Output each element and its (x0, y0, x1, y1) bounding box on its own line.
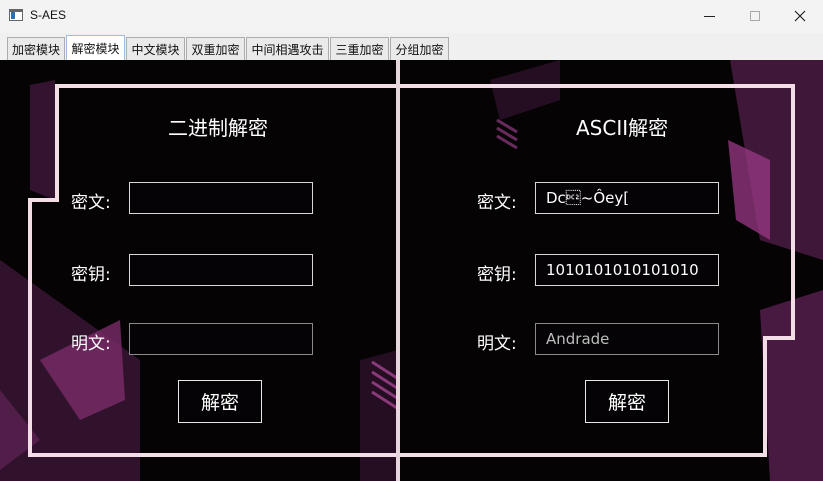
tab-meet-in-middle[interactable]: 中间相遇攻击 (246, 37, 329, 60)
ascii-key-label: 密钥: (477, 265, 517, 285)
ascii-plaintext-label: 明文: (477, 334, 517, 354)
binary-decrypt-button[interactable]: 解密 (178, 380, 262, 423)
ascii-decrypt-button[interactable]: 解密 (585, 380, 669, 423)
title-bar: S-AES (0, 0, 823, 33)
ascii-ciphertext-input[interactable]: Dc~Ôey[ (535, 182, 719, 214)
binary-ciphertext-label: 密文: (71, 193, 111, 213)
maximize-icon (750, 11, 760, 21)
close-button[interactable] (777, 0, 823, 32)
decrypt-panel: 二进制解密 密文: 密钥: 明文: 解密 ASCII解密 密文: Dc~Ôey… (0, 60, 823, 481)
maximize-button[interactable] (732, 0, 778, 32)
minimize-button[interactable] (686, 0, 732, 32)
binary-ciphertext-input[interactable] (129, 182, 313, 214)
binary-plaintext-label: 明文: (71, 334, 111, 354)
close-icon (794, 10, 806, 22)
window-title: S-AES (30, 8, 67, 22)
binary-plaintext-output[interactable] (129, 323, 313, 355)
minimize-icon (703, 15, 715, 17)
binary-key-label: 密钥: (71, 265, 111, 285)
tab-encrypt[interactable]: 加密模块 (7, 37, 65, 60)
tab-decrypt[interactable]: 解密模块 (66, 35, 125, 60)
tab-triple-encrypt[interactable]: 三重加密 (330, 37, 389, 60)
module-tab-bar: 加密模块 解密模块 中文模块 双重加密 中间相遇攻击 三重加密 分组加密 (0, 33, 823, 60)
ascii-key-input[interactable]: 1010101010101010 (535, 254, 719, 286)
tab-block-encrypt[interactable]: 分组加密 (390, 37, 449, 60)
app-window-icon (9, 9, 23, 21)
ascii-section-title: ASCII解密 (576, 116, 669, 140)
tab-double-encrypt[interactable]: 双重加密 (186, 37, 245, 60)
binary-key-input[interactable] (129, 254, 313, 286)
ascii-ciphertext-label: 密文: (477, 193, 517, 213)
binary-section-title: 二进制解密 (168, 116, 268, 140)
ascii-plaintext-output[interactable]: Andrade (535, 323, 719, 355)
tab-chinese[interactable]: 中文模块 (126, 37, 185, 60)
